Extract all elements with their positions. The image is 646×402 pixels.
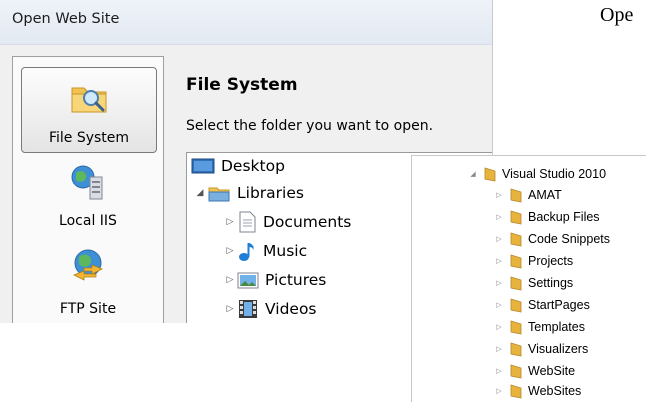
tree-node-videos[interactable]: ▷ Videos	[223, 296, 317, 322]
local-iis-icon	[71, 165, 103, 200]
ftp-site-icon	[73, 249, 103, 281]
location-sidebar: File System Local IIS FTP Site	[12, 56, 164, 323]
music-icon	[239, 243, 254, 261]
tree-node-music[interactable]: ▷ Music	[223, 238, 307, 264]
tree-node-label: StartPages	[528, 298, 590, 312]
page-title: File System	[186, 75, 298, 95]
dialog-titlebar[interactable]: Open Web Site	[0, 0, 492, 45]
libraries-icon	[208, 187, 230, 202]
tree-node-label: Pictures	[265, 271, 327, 289]
collapsed-arrow-icon[interactable]: ▷	[223, 304, 237, 314]
tree-node-amat[interactable]: ▷ AMAT	[493, 185, 562, 205]
collapsed-arrow-icon[interactable]: ▷	[493, 235, 505, 243]
collapsed-arrow-icon[interactable]: ▷	[493, 257, 505, 265]
folder-icon	[510, 210, 522, 225]
collapsed-arrow-icon[interactable]: ▷	[223, 275, 237, 285]
tree-node-label: WebSite	[528, 364, 576, 378]
tree-node-label: Templates	[528, 320, 585, 334]
sidebar-item-ftp-site[interactable]: FTP Site	[21, 243, 155, 323]
tree-node-code-snippets[interactable]: ▷ Code Snippets	[493, 229, 610, 249]
tree-node-label: Backup Files	[528, 210, 600, 224]
folder-icon	[510, 298, 522, 313]
sidebar-item-label: Local IIS	[59, 213, 117, 229]
tree-node-website[interactable]: ▷ WebSite	[493, 361, 575, 381]
tree-node-label: Libraries	[237, 184, 304, 202]
folder-icon	[510, 254, 522, 269]
tree-node-desktop[interactable]: Desktop	[191, 153, 285, 179]
tree-node-startpages[interactable]: ▷ StartPages	[493, 295, 590, 315]
tree-node-label: Settings	[528, 276, 574, 290]
tree-node-visualizers[interactable]: ▷ Visualizers	[493, 339, 588, 359]
sidebar-item-local-iis[interactable]: Local IIS	[21, 161, 155, 237]
tree-node-websites[interactable]: ▷ WebSites	[493, 381, 581, 401]
pictures-icon	[237, 272, 259, 289]
folder-icon	[510, 188, 522, 203]
desktop-icon	[191, 158, 215, 174]
folder-icon	[510, 276, 522, 291]
folder-icon	[510, 384, 522, 399]
collapsed-arrow-icon[interactable]: ▷	[493, 213, 505, 221]
collapsed-arrow-icon[interactable]: ▷	[223, 246, 237, 256]
tree-node-projects[interactable]: ▷ Projects	[493, 251, 573, 271]
tree-node-libraries[interactable]: ◢ Libraries	[193, 180, 304, 206]
collapsed-arrow-icon[interactable]: ▷	[493, 279, 505, 287]
tree-node-label: AMAT	[528, 188, 562, 202]
expanded-arrow-icon[interactable]: ◢	[467, 170, 479, 178]
folder-icon	[510, 320, 522, 335]
collapsed-arrow-icon[interactable]: ▷	[223, 217, 237, 227]
tree-node-label: Projects	[528, 254, 574, 268]
tree-node-visual-studio-2010[interactable]: ◢ Visual Studio 2010	[467, 164, 606, 184]
tree-node-label: Desktop	[221, 157, 285, 175]
videos-icon	[239, 300, 257, 318]
tree-node-label: Videos	[265, 300, 317, 318]
background-page-text: Ope	[600, 4, 634, 26]
folder-icon	[510, 342, 522, 357]
collapsed-arrow-icon[interactable]: ▷	[493, 191, 505, 199]
collapsed-arrow-icon[interactable]: ▷	[493, 301, 505, 309]
collapsed-arrow-icon[interactable]: ▷	[493, 323, 505, 331]
sidebar-item-label: FTP Site	[59, 301, 117, 317]
tree-node-label: Music	[263, 242, 308, 260]
tree-node-settings[interactable]: ▷ Settings	[493, 273, 573, 293]
folder-icon	[510, 232, 522, 247]
folder-icon	[510, 364, 522, 379]
tree-node-label: Visualizers	[528, 342, 589, 356]
collapsed-arrow-icon[interactable]: ▷	[493, 387, 505, 395]
tree-node-templates[interactable]: ▷ Templates	[493, 317, 585, 337]
tree-node-label: WebSites	[528, 384, 582, 398]
folder-search-icon	[71, 87, 107, 113]
collapsed-arrow-icon[interactable]: ▷	[493, 367, 505, 375]
expanded-arrow-icon[interactable]: ◢	[193, 188, 207, 198]
sidebar-item-file-system[interactable]: File System	[21, 67, 157, 153]
visual-studio-folder-tree[interactable]: ◢ Visual Studio 2010 ▷ AMAT ▷ Backup Fil…	[411, 155, 646, 402]
sidebar-item-label: File System	[48, 130, 130, 146]
tree-node-documents[interactable]: ▷ Documents	[223, 209, 351, 235]
instruction-text: Select the folder you want to open.	[186, 118, 434, 134]
documents-icon	[239, 211, 256, 233]
collapsed-arrow-icon[interactable]: ▷	[493, 345, 505, 353]
tree-node-label: Code Snippets	[528, 232, 611, 246]
folder-icon	[484, 167, 496, 182]
tree-node-backup-files[interactable]: ▷ Backup Files	[493, 207, 600, 227]
tree-node-pictures[interactable]: ▷ Pictures	[223, 267, 327, 293]
tree-node-label: Visual Studio 2010	[502, 167, 607, 181]
dialog-title: Open Web Site	[12, 11, 120, 27]
tree-node-label: Documents	[263, 213, 352, 231]
